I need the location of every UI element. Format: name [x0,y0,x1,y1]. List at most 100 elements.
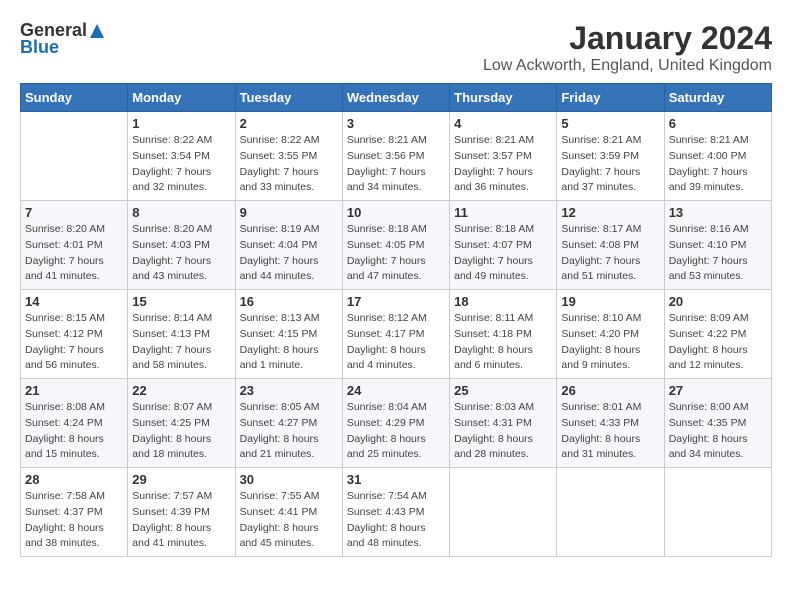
day-info: Sunrise: 8:04 AMSunset: 4:29 PMDaylight:… [347,400,445,463]
day-info: Sunrise: 8:22 AMSunset: 3:55 PMDaylight:… [240,133,338,196]
day-info: Sunrise: 8:20 AMSunset: 4:03 PMDaylight:… [132,222,230,285]
location-title: Low Ackworth, England, United Kingdom [483,57,772,75]
day-info: Sunrise: 8:08 AMSunset: 4:24 PMDaylight:… [25,400,123,463]
day-cell: 18 Sunrise: 8:11 AMSunset: 4:18 PMDayligh… [450,290,557,379]
day-cell: 16 Sunrise: 8:13 AMSunset: 4:15 PMDayligh… [235,290,342,379]
day-info: Sunrise: 8:14 AMSunset: 4:13 PMDaylight:… [132,311,230,374]
day-info: Sunrise: 7:54 AMSunset: 4:43 PMDaylight:… [347,489,445,552]
day-cell: 4Sunrise: 8:21 AMSunset: 3:57 PMDaylight… [450,112,557,201]
day-info: Sunrise: 8:15 AMSunset: 4:12 PMDaylight:… [25,311,123,374]
header-row: SundayMondayTuesdayWednesdayThursdayFrid… [21,84,772,112]
day-info: Sunrise: 8:22 AMSunset: 3:54 PMDaylight:… [132,133,230,196]
day-number: 2 [240,116,338,131]
day-cell: 27 Sunrise: 8:00 AMSunset: 4:35 PMDayligh… [664,379,771,468]
day-info: Sunrise: 8:00 AMSunset: 4:35 PMDaylight:… [669,400,767,463]
day-cell: 25 Sunrise: 8:03 AMSunset: 4:31 PMDayligh… [450,379,557,468]
day-cell [21,112,128,201]
day-info: Sunrise: 8:21 AMSunset: 3:59 PMDaylight:… [561,133,659,196]
day-number: 17 [347,294,445,309]
day-cell: 29 Sunrise: 7:57 AMSunset: 4:39 PMDayligh… [128,468,235,557]
logo-icon [88,22,106,40]
day-cell: 19 Sunrise: 8:10 AMSunset: 4:20 PMDayligh… [557,290,664,379]
day-info: Sunrise: 8:12 AMSunset: 4:17 PMDaylight:… [347,311,445,374]
day-number: 29 [132,472,230,487]
day-cell: 6Sunrise: 8:21 AMSunset: 4:00 PMDaylight… [664,112,771,201]
header-cell-saturday: Saturday [664,84,771,112]
day-info: Sunrise: 8:09 AMSunset: 4:22 PMDaylight:… [669,311,767,374]
logo: General Blue [20,20,107,58]
calendar-table: SundayMondayTuesdayWednesdayThursdayFrid… [20,83,772,557]
month-title: January 2024 [483,20,772,57]
week-row-2: 14 Sunrise: 8:15 AMSunset: 4:12 PMDayligh… [21,290,772,379]
day-cell: 28 Sunrise: 7:58 AMSunset: 4:37 PMDayligh… [21,468,128,557]
day-cell: 15 Sunrise: 8:14 AMSunset: 4:13 PMDayligh… [128,290,235,379]
day-cell: 1 Sunrise: 8:22 AMSunset: 3:54 PMDaylight… [128,112,235,201]
day-cell [664,468,771,557]
day-number: 10 [347,205,445,220]
day-info: Sunrise: 7:58 AMSunset: 4:37 PMDaylight:… [25,489,123,552]
logo-blue: Blue [20,37,59,58]
week-row-1: 7Sunrise: 8:20 AMSunset: 4:01 PMDaylight… [21,201,772,290]
day-number: 25 [454,383,552,398]
header-cell-friday: Friday [557,84,664,112]
week-row-0: 1 Sunrise: 8:22 AMSunset: 3:54 PMDaylight… [21,112,772,201]
week-row-3: 21 Sunrise: 8:08 AMSunset: 4:24 PMDayligh… [21,379,772,468]
day-number: 8 [132,205,230,220]
day-info: Sunrise: 8:18 AMSunset: 4:07 PMDaylight:… [454,222,552,285]
day-cell: 13Sunrise: 8:16 AMSunset: 4:10 PMDayligh… [664,201,771,290]
day-cell: 31 Sunrise: 7:54 AMSunset: 4:43 PMDayligh… [342,468,449,557]
day-info: Sunrise: 8:13 AMSunset: 4:15 PMDaylight:… [240,311,338,374]
day-number: 14 [25,294,123,309]
day-number: 21 [25,383,123,398]
day-number: 5 [561,116,659,131]
day-number: 11 [454,205,552,220]
day-number: 18 [454,294,552,309]
day-info: Sunrise: 8:10 AMSunset: 4:20 PMDaylight:… [561,311,659,374]
day-cell: 20 Sunrise: 8:09 AMSunset: 4:22 PMDayligh… [664,290,771,379]
day-number: 23 [240,383,338,398]
day-number: 30 [240,472,338,487]
day-cell: 26Sunrise: 8:01 AMSunset: 4:33 PMDayligh… [557,379,664,468]
header-cell-monday: Monday [128,84,235,112]
day-info: Sunrise: 8:17 AMSunset: 4:08 PMDaylight:… [561,222,659,285]
day-cell: 22Sunrise: 8:07 AMSunset: 4:25 PMDayligh… [128,379,235,468]
day-cell: 8 Sunrise: 8:20 AMSunset: 4:03 PMDaylight… [128,201,235,290]
day-info: Sunrise: 8:19 AMSunset: 4:04 PMDaylight:… [240,222,338,285]
day-cell: 23 Sunrise: 8:05 AMSunset: 4:27 PMDayligh… [235,379,342,468]
day-cell: 3Sunrise: 8:21 AMSunset: 3:56 PMDaylight… [342,112,449,201]
day-info: Sunrise: 8:21 AMSunset: 4:00 PMDaylight:… [669,133,767,196]
day-number: 16 [240,294,338,309]
day-number: 1 [132,116,230,131]
day-info: Sunrise: 8:16 AMSunset: 4:10 PMDaylight:… [669,222,767,285]
day-number: 3 [347,116,445,131]
day-cell: 9 Sunrise: 8:19 AMSunset: 4:04 PMDaylight… [235,201,342,290]
header-cell-sunday: Sunday [21,84,128,112]
day-number: 19 [561,294,659,309]
day-info: Sunrise: 8:11 AMSunset: 4:18 PMDaylight:… [454,311,552,374]
day-info: Sunrise: 8:07 AMSunset: 4:25 PMDaylight:… [132,400,230,463]
title-area: January 2024 Low Ackworth, England, Unit… [483,20,772,75]
day-info: Sunrise: 7:57 AMSunset: 4:39 PMDaylight:… [132,489,230,552]
day-number: 31 [347,472,445,487]
day-cell: 14 Sunrise: 8:15 AMSunset: 4:12 PMDayligh… [21,290,128,379]
day-cell: 21 Sunrise: 8:08 AMSunset: 4:24 PMDayligh… [21,379,128,468]
day-number: 20 [669,294,767,309]
day-info: Sunrise: 8:03 AMSunset: 4:31 PMDaylight:… [454,400,552,463]
header-cell-wednesday: Wednesday [342,84,449,112]
day-cell: 30 Sunrise: 7:55 AMSunset: 4:41 PMDayligh… [235,468,342,557]
day-info: Sunrise: 7:55 AMSunset: 4:41 PMDaylight:… [240,489,338,552]
day-info: Sunrise: 8:01 AMSunset: 4:33 PMDaylight:… [561,400,659,463]
day-info: Sunrise: 8:05 AMSunset: 4:27 PMDaylight:… [240,400,338,463]
day-info: Sunrise: 8:21 AMSunset: 3:57 PMDaylight:… [454,133,552,196]
day-cell: 11 Sunrise: 8:18 AMSunset: 4:07 PMDayligh… [450,201,557,290]
day-number: 28 [25,472,123,487]
day-cell: 5 Sunrise: 8:21 AMSunset: 3:59 PMDaylight… [557,112,664,201]
day-info: Sunrise: 8:18 AMSunset: 4:05 PMDaylight:… [347,222,445,285]
day-number: 24 [347,383,445,398]
day-number: 27 [669,383,767,398]
day-number: 9 [240,205,338,220]
day-info: Sunrise: 8:20 AMSunset: 4:01 PMDaylight:… [25,222,123,285]
day-cell [450,468,557,557]
day-number: 15 [132,294,230,309]
day-number: 12 [561,205,659,220]
